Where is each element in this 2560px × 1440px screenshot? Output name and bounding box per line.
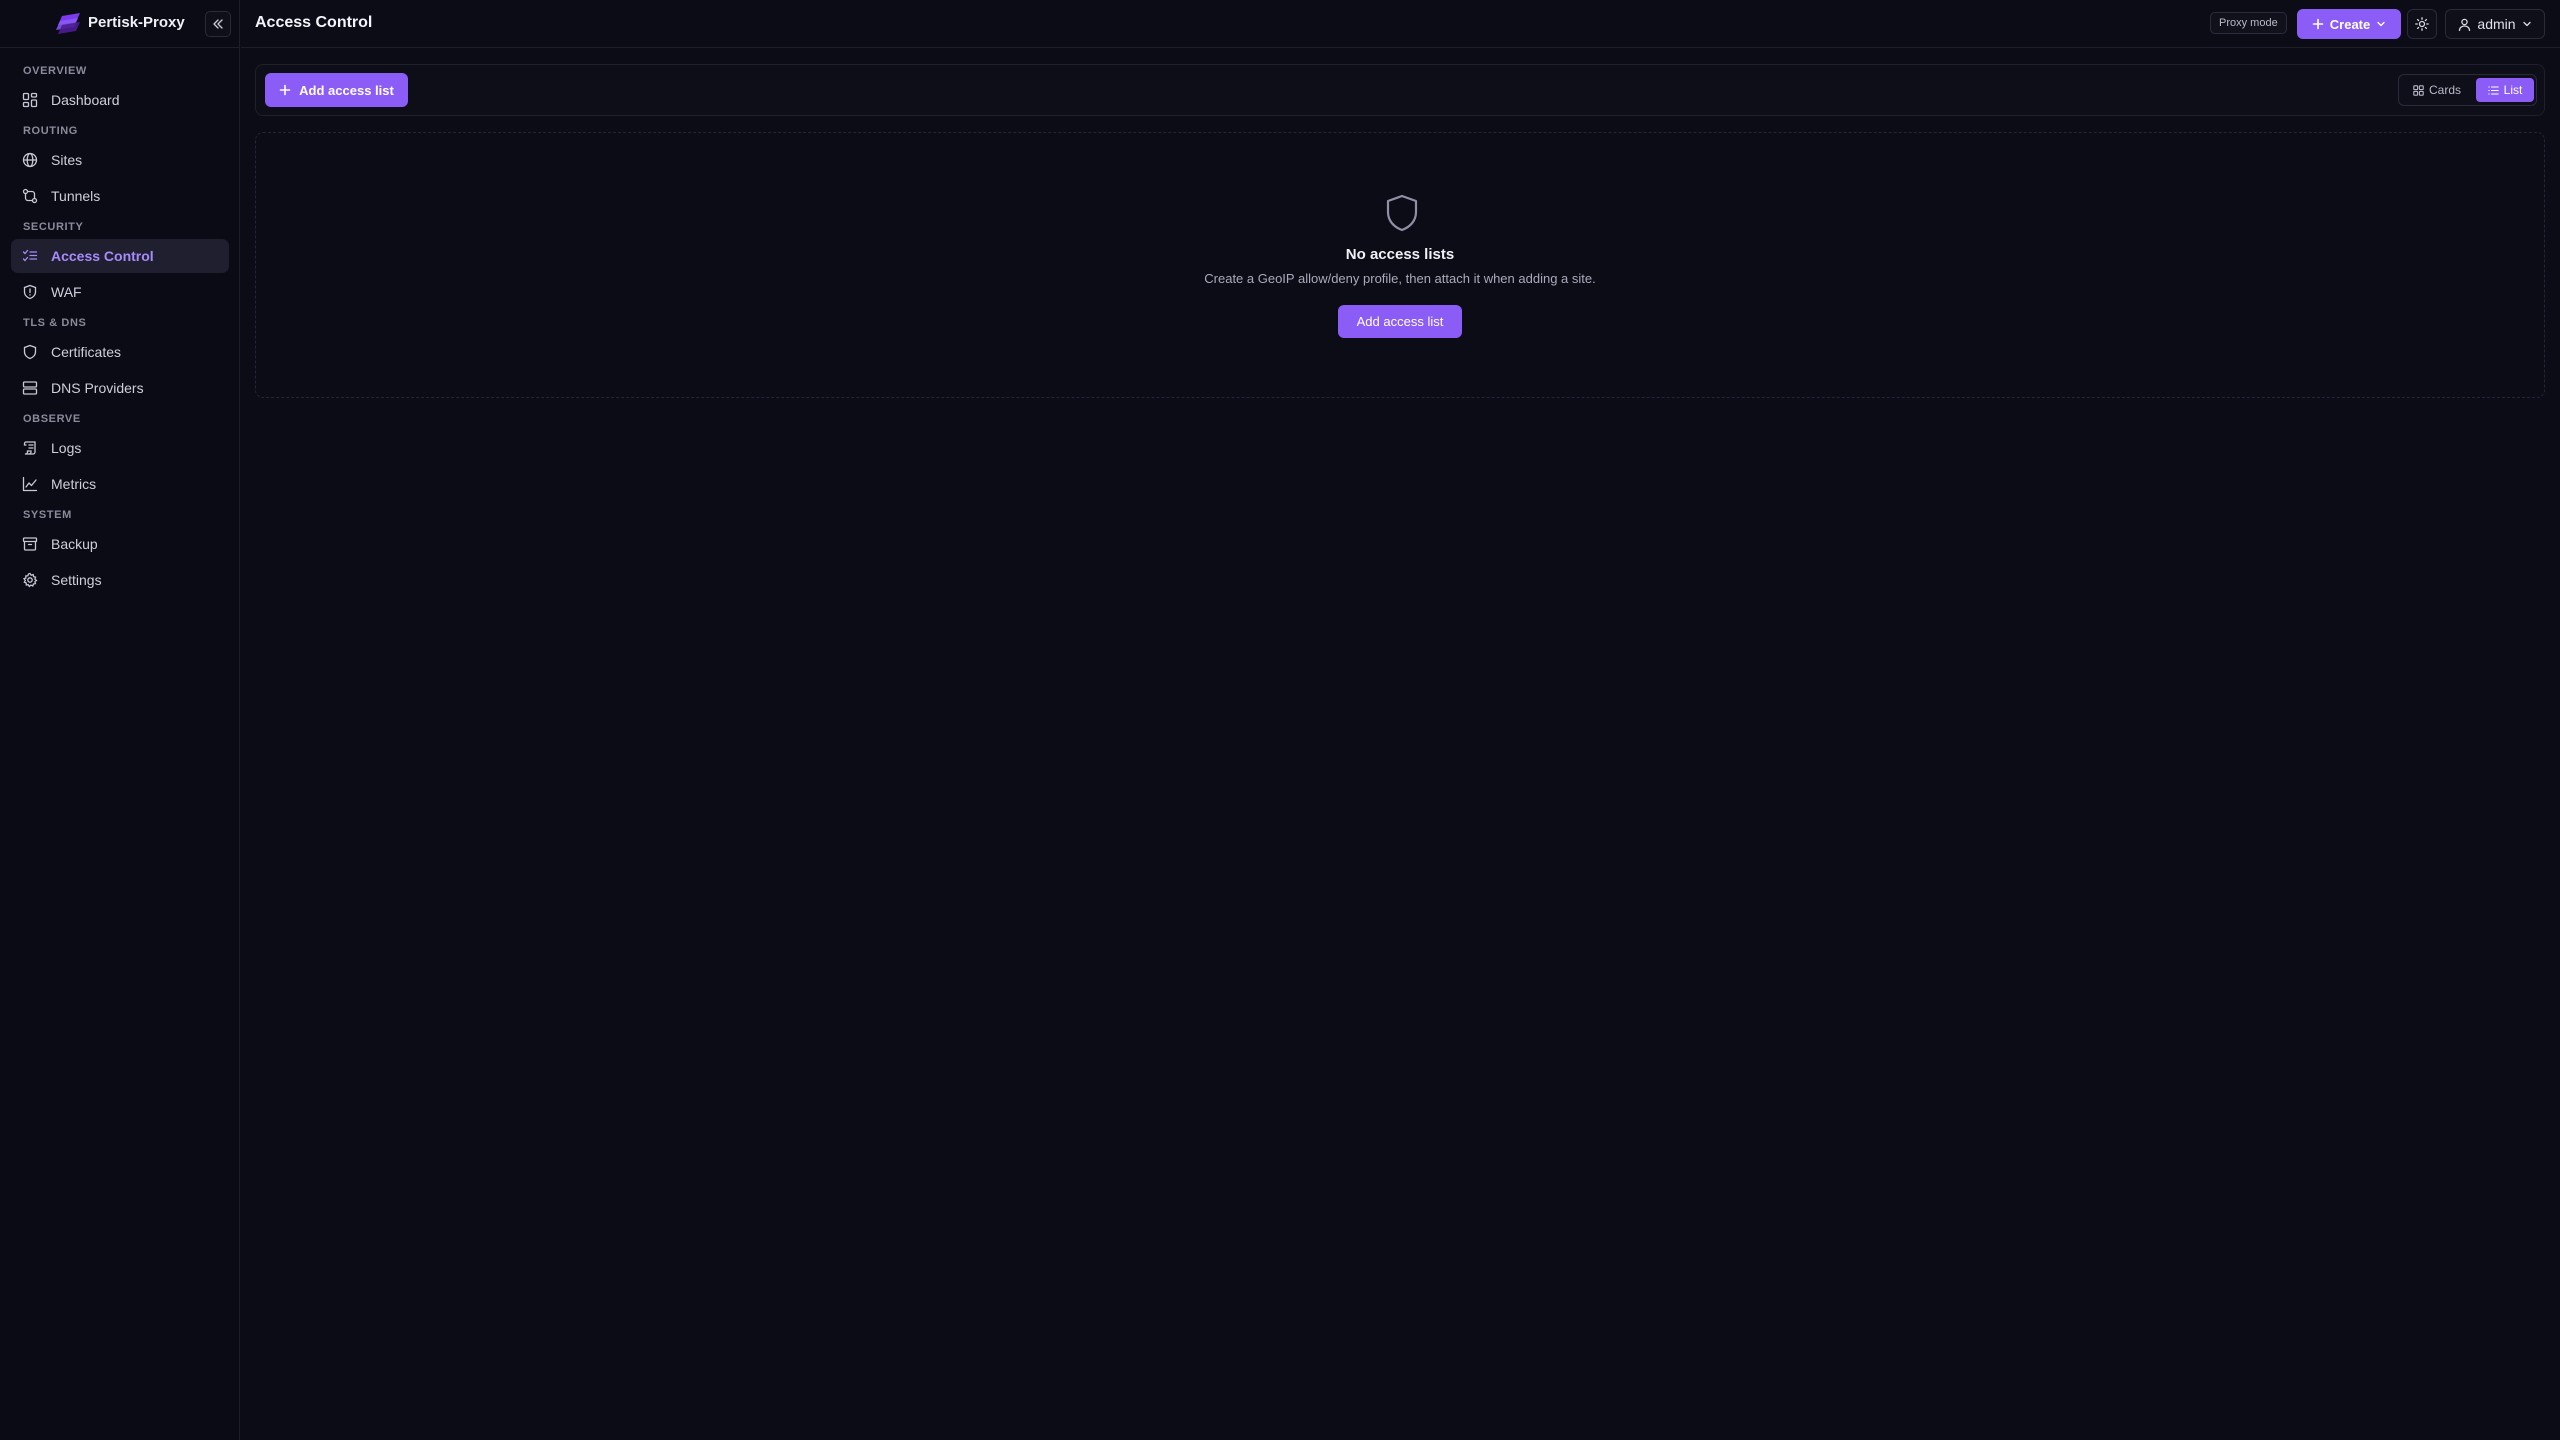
logo-icon [56,13,80,34]
nav-section-observe: OBSERVE [23,413,81,425]
add-access-list-label: Add access list [299,82,394,98]
sidebar-item-label: Metrics [51,476,97,492]
create-button[interactable]: Create [2297,9,2401,39]
empty-state-title: No access lists [1345,246,1455,263]
sidebar-item-tunnels[interactable]: Tunnels [11,179,229,213]
sidebar-item-label: Logs [51,440,82,456]
shield-icon [1386,194,1418,232]
content-toolbar: Add access list Cards List [255,64,2545,116]
sidebar-item-logs[interactable]: Logs [11,431,229,465]
create-button-label: Create [2329,16,2371,32]
empty-state-description: Create a GeoIP allow/deny profile, then … [1204,271,1596,286]
proxy-mode-badge: Proxy mode [2210,12,2287,34]
sidebar-item-label: Backup [51,536,98,552]
chevron-down-icon [2522,21,2531,27]
shield-alert-icon [23,284,37,300]
empty-state: No access lists Create a GeoIP allow/den… [255,132,2545,398]
view-list-label: List [2503,83,2523,97]
add-access-list-button[interactable]: Add access list [265,73,408,107]
list-icon [2487,85,2499,95]
empty-state-add-label: Add access list [1356,314,1444,329]
nav-section-routing: ROUTING [23,125,78,137]
sidebar-item-label: Access Control [51,248,154,264]
sidebar-item-sites[interactable]: Sites [11,143,229,177]
collapse-sidebar-button[interactable] [205,11,231,37]
sidebar-item-label: Settings [51,572,102,588]
user-menu-button[interactable]: admin [2445,9,2545,39]
view-list-button[interactable]: List [2476,78,2534,102]
sidebar-item-metrics[interactable]: Metrics [11,467,229,501]
plus-icon [2312,18,2324,30]
chevron-down-icon [2377,21,2385,27]
plus-icon [279,84,291,96]
sidebar-item-access-control[interactable]: Access Control [11,239,229,273]
gear-icon [22,572,38,588]
sidebar-item-dns-providers[interactable]: DNS Providers [11,371,229,405]
chevrons-left-icon [213,19,223,29]
user-icon [2459,18,2471,31]
archive-icon [22,537,38,551]
scroll-icon [23,441,36,455]
list-filter-icon [22,249,38,262]
sidebar-nav: OVERVIEW Dashboard ROUTING Sites Tunnels… [0,60,240,599]
sidebar-item-label: Sites [51,152,83,168]
shield-icon [23,344,37,360]
sidebar-item-backup[interactable]: Backup [11,527,229,561]
sidebar-item-label: WAF [51,284,82,300]
route-icon [22,188,38,204]
sidebar-item-dashboard[interactable]: Dashboard [11,83,229,117]
nav-section-tls-dns: TLS & DNS [23,317,87,329]
grid-icon [2413,84,2424,96]
view-mode-toggle: Cards List [2398,74,2537,106]
page-title: Access Control [255,14,373,31]
sidebar: Pertisk-Proxy OVERVIEW Dashboard ROUTING… [0,0,240,1440]
nav-section-overview: OVERVIEW [23,65,87,77]
sidebar-item-label: Certificates [51,344,122,360]
user-name: admin [2477,16,2516,32]
globe-icon [22,152,38,168]
sun-icon [2415,17,2429,31]
nav-section-system: SYSTEM [23,509,72,521]
nav-section-security: SECURITY [23,221,84,233]
chart-line-icon [22,476,38,492]
empty-state-add-button[interactable]: Add access list [1338,305,1462,338]
sidebar-item-certificates[interactable]: Certificates [11,335,229,369]
sidebar-item-label: Tunnels [51,188,101,204]
brand-header: Pertisk-Proxy [0,0,240,48]
sidebar-item-label: Dashboard [51,92,120,108]
sidebar-item-waf[interactable]: WAF [11,275,229,309]
sidebar-item-settings[interactable]: Settings [11,563,229,597]
server-icon [22,381,38,395]
view-cards-label: Cards [2428,83,2461,97]
top-bar: Access Control Proxy mode Create admin [241,0,2560,48]
dashboard-icon [22,92,38,108]
app-name: Pertisk-Proxy [88,14,185,31]
theme-toggle-button[interactable] [2407,9,2437,39]
view-cards-button[interactable]: Cards [2402,78,2472,102]
sidebar-item-label: DNS Providers [51,380,144,396]
